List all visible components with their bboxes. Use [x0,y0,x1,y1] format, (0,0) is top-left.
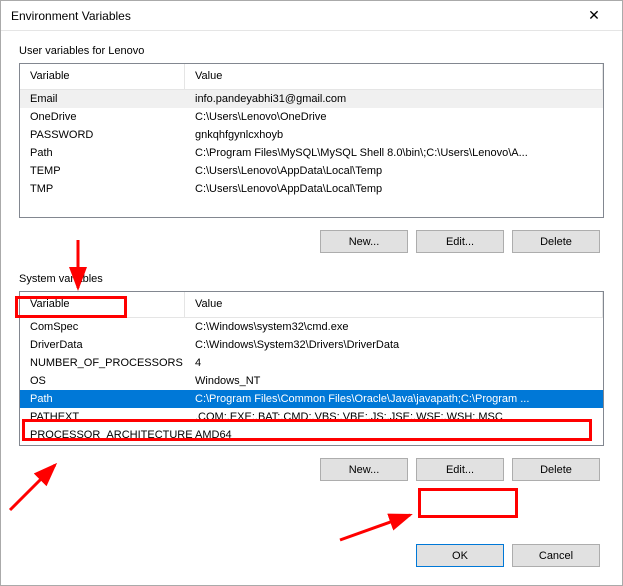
system-edit-button[interactable]: Edit... [416,458,504,481]
user-vars-buttons: New... Edit... Delete [19,218,604,253]
col-value[interactable]: Value [185,64,603,89]
ok-button[interactable]: OK [416,544,504,567]
table-row[interactable]: Path C:\Program Files\MySQL\MySQL Shell … [20,144,603,162]
cancel-button[interactable]: Cancel [512,544,600,567]
table-row[interactable]: OneDrive C:\Users\Lenovo\OneDrive [20,108,603,126]
table-row[interactable]: NUMBER_OF_PROCESSORS 4 [20,354,603,372]
close-icon: ✕ [588,7,600,24]
table-row[interactable]: OS Windows_NT [20,372,603,390]
col-variable[interactable]: Variable [20,292,185,317]
table-row[interactable]: TEMP C:\Users\Lenovo\AppData\Local\Temp [20,162,603,180]
close-button[interactable]: ✕ [574,3,614,29]
user-edit-button[interactable]: Edit... [416,230,504,253]
system-new-button[interactable]: New... [320,458,408,481]
env-vars-dialog: Environment Variables ✕ User variables f… [0,0,623,586]
system-vars-buttons: New... Edit... Delete [19,446,604,481]
user-vars-header: Variable Value [20,64,603,90]
dialog-content: User variables for Lenovo Variable Value… [1,31,622,585]
user-new-button[interactable]: New... [320,230,408,253]
system-vars-list[interactable]: Variable Value ComSpec C:\Windows\system… [19,291,604,446]
table-row[interactable]: TMP C:\Users\Lenovo\AppData\Local\Temp [20,180,603,198]
system-vars-header: Variable Value [20,292,603,318]
user-delete-button[interactable]: Delete [512,230,600,253]
table-row[interactable]: PATHEXT .COM;.EXE;.BAT;.CMD;.VBS;.VBE;.J… [20,408,603,426]
table-row[interactable]: DriverData C:\Windows\System32\Drivers\D… [20,336,603,354]
dialog-buttons: OK Cancel [19,528,604,571]
system-vars-label: System variables [19,273,604,285]
user-vars-body[interactable]: Email info.pandeyabhi31@gmail.com OneDri… [20,90,603,217]
dialog-title: Environment Variables [11,9,131,23]
system-delete-button[interactable]: Delete [512,458,600,481]
user-vars-label: User variables for Lenovo [19,45,604,57]
table-row[interactable]: ComSpec C:\Windows\system32\cmd.exe [20,318,603,336]
col-variable[interactable]: Variable [20,64,185,89]
col-value[interactable]: Value [185,292,603,317]
titlebar: Environment Variables ✕ [1,1,622,31]
user-vars-list[interactable]: Variable Value Email info.pandeyabhi31@g… [19,63,604,218]
table-row[interactable]: Email info.pandeyabhi31@gmail.com [20,90,603,108]
table-row[interactable]: PASSWORD gnkqhfgynlcxhoyb [20,126,603,144]
system-vars-body[interactable]: ComSpec C:\Windows\system32\cmd.exe Driv… [20,318,603,445]
table-row[interactable]: PROCESSOR_ARCHITECTURE AMD64 [20,426,603,444]
table-row-selected[interactable]: Path C:\Program Files\Common Files\Oracl… [20,390,603,408]
